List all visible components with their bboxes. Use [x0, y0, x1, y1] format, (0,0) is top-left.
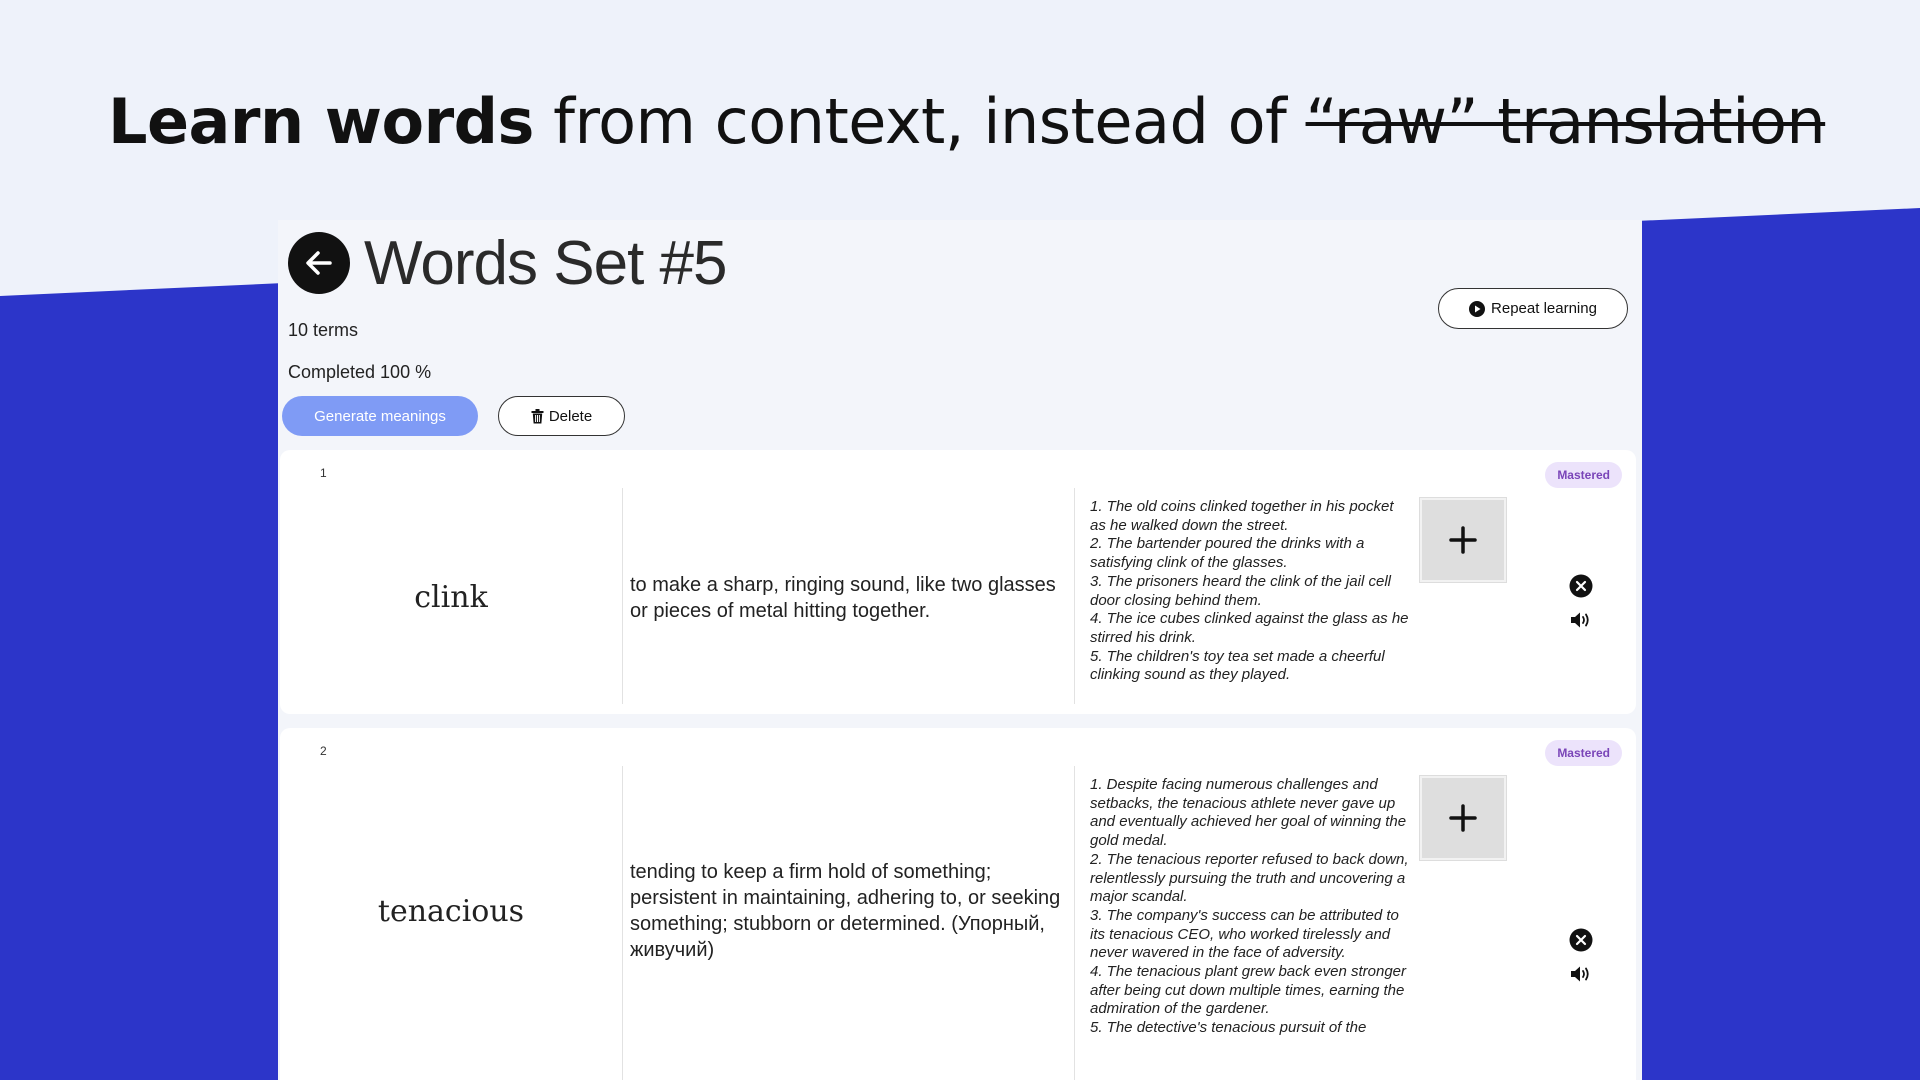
card-index: 1 [320, 466, 327, 480]
term-definition: to make a sharp, ringing sound, like two… [630, 490, 1075, 705]
generate-meanings-button[interactable]: Generate meanings [282, 396, 478, 436]
close-icon[interactable] [1569, 928, 1593, 952]
completion-status: Completed 100 % [288, 362, 432, 382]
example-sentence: 2. The bartender poured the drinks with … [1090, 535, 1365, 572]
column-divider [622, 766, 623, 1080]
status-badge: Mastered [1545, 462, 1622, 488]
back-button[interactable] [288, 232, 350, 294]
headline: Learn words from context, instead of “ra… [108, 82, 1826, 162]
term-word: tenacious [377, 893, 525, 929]
word-card: 1 Mastered clink to make a sharp, ringin… [280, 450, 1636, 714]
example-sentence: 5. The children's toy tea set made a che… [1090, 647, 1385, 684]
add-image-button[interactable] [1419, 775, 1507, 861]
example-sentence: 4. The ice cubes clinked against the gla… [1090, 610, 1409, 646]
terms-count: 10 terms [288, 320, 359, 340]
example-sentence: 4. The tenacious plant grew back even st… [1090, 963, 1407, 1018]
column-divider [622, 488, 623, 704]
example-sentence: 3. The prisoners heard the clink of the … [1090, 572, 1391, 609]
word-card: 2 Mastered tenacious tending to keep a f… [280, 728, 1636, 1080]
example-sentence: 5. The detective's tenacious pursuit of … [1090, 1019, 1367, 1037]
example-list: 1. The old coins clinked together in his… [1090, 498, 1410, 685]
speaker-icon[interactable] [1569, 608, 1593, 632]
term-definition: tending to keep a firm hold of something… [630, 766, 1075, 1056]
headline-strikethrough: “raw” translation [1305, 85, 1826, 158]
repeat-learning-label: Repeat learning [1491, 300, 1597, 317]
delete-button[interactable]: Delete [498, 396, 625, 436]
app-window: Words Set #5 10 terms Completed 100 % Ge… [278, 220, 1642, 1080]
example-sentence: 1. Despite facing numerous challenges an… [1090, 776, 1407, 850]
play-circle-icon [1469, 300, 1486, 317]
example-sentence: 3. The company's success can be attribut… [1090, 906, 1399, 962]
headline-regular: from context, instead of [533, 85, 1306, 158]
close-icon[interactable] [1569, 574, 1593, 598]
example-sentence: 1. The old coins clinked together in his… [1090, 498, 1394, 534]
add-image-button[interactable] [1419, 497, 1507, 583]
example-sentence: 2. The tenacious reporter refused to bac… [1090, 850, 1409, 906]
example-list: 1. Despite facing numerous challenges an… [1090, 776, 1410, 1038]
plus-icon [1449, 526, 1477, 554]
term-definition-text: to make a sharp, ringing sound, like two… [630, 573, 1056, 622]
page-title: Words Set #5 [364, 229, 727, 298]
column-divider [1074, 766, 1075, 1080]
plus-icon [1449, 804, 1477, 832]
headline-bold: Learn words [108, 85, 534, 158]
term-word: clink [414, 580, 488, 615]
speaker-icon[interactable] [1569, 962, 1593, 986]
arrow-left-icon [306, 251, 332, 275]
repeat-learning-button[interactable]: Repeat learning [1438, 288, 1628, 329]
delete-button-label: Delete [548, 407, 593, 425]
term-definition-text: tending to keep a firm hold of something… [630, 861, 1061, 961]
trash-icon [531, 408, 544, 423]
column-divider [1074, 488, 1075, 704]
status-badge: Mastered [1545, 740, 1622, 766]
card-index: 2 [320, 744, 327, 758]
